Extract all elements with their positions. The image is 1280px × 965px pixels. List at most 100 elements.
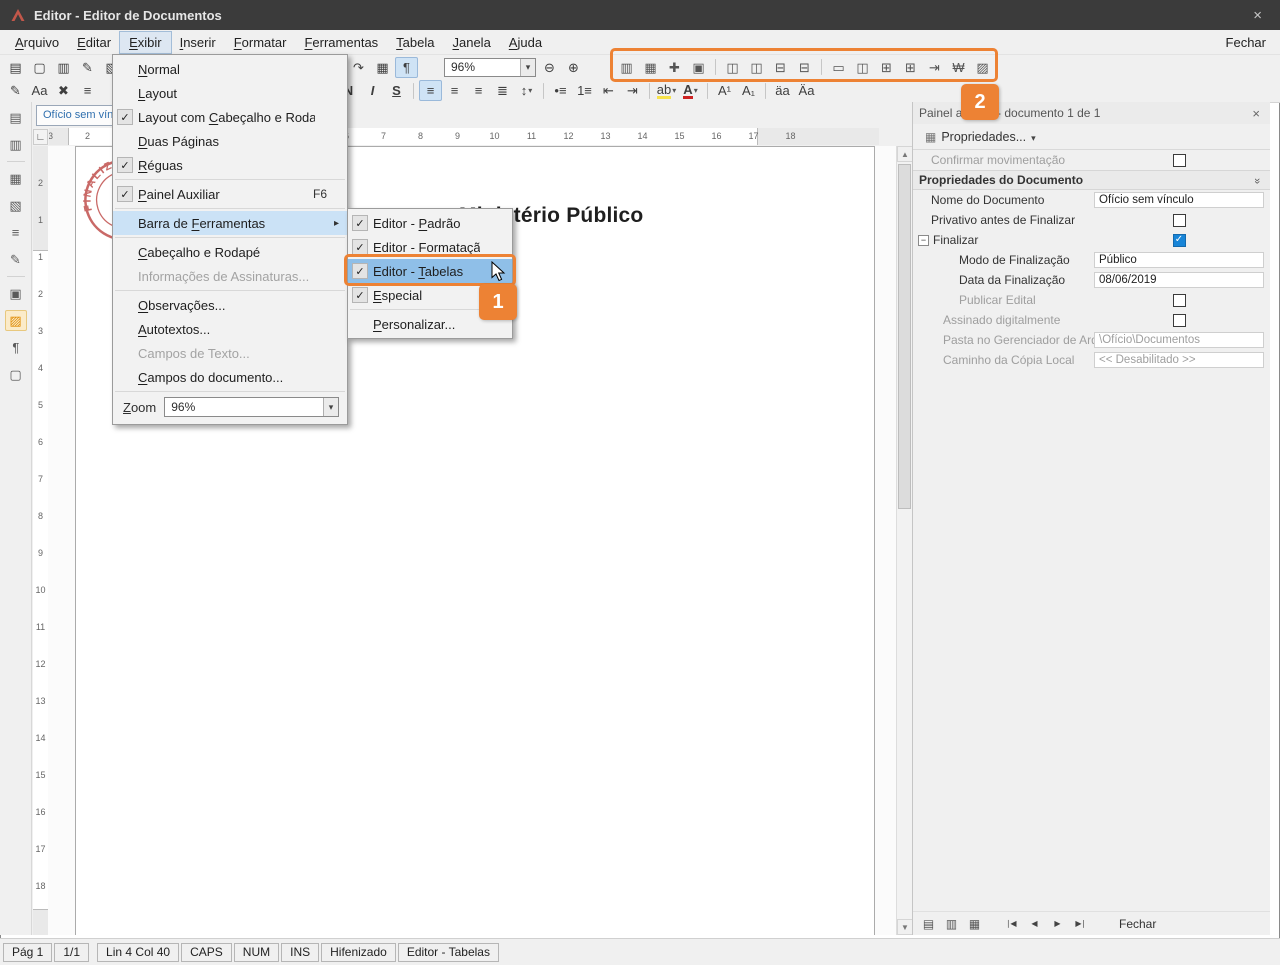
attachments-icon[interactable]: ▣ xyxy=(5,283,27,304)
copy-process-icon[interactable]: ▦ xyxy=(5,168,27,189)
table-grid-icon[interactable]: ▦ xyxy=(639,57,662,78)
tab-stop-selector[interactable]: ∟ xyxy=(33,129,48,145)
table-style-icon[interactable]: ▨ xyxy=(971,57,994,78)
menu-arquivo[interactable]: Arquivo xyxy=(6,32,68,53)
menu-janela[interactable]: Janela xyxy=(443,32,499,53)
italic-icon[interactable]: I xyxy=(361,80,384,101)
menu-tabela[interactable]: Tabela xyxy=(387,32,443,53)
font-color-icon[interactable]: A xyxy=(679,80,702,101)
row-assinado-digitalmente[interactable]: Assinado digitalmente xyxy=(913,310,1270,330)
collapse-minus-icon[interactable] xyxy=(918,235,929,246)
vertical-scrollbar[interactable]: ▲ ▼ xyxy=(896,146,912,935)
table-width-icon[interactable]: ₩ xyxy=(947,57,970,78)
menu-item-autotextos[interactable]: Autotextos... xyxy=(113,317,347,341)
row-nome-do-documento[interactable]: Nome do Documento Ofício sem vínculo xyxy=(913,190,1270,210)
paragraph-marks-icon[interactable]: ¶ xyxy=(395,57,418,78)
row-finalizar[interactable]: Finalizar xyxy=(913,230,1270,250)
row-modo-de-finalizacao[interactable]: Modo de Finalização Público xyxy=(913,250,1270,270)
insert-column-left-icon[interactable]: ◫ xyxy=(721,57,744,78)
row-data-da-finalizacao[interactable]: Data da Finalização 08/06/2019 xyxy=(913,270,1270,290)
property-checkbox[interactable] xyxy=(1173,294,1186,307)
menu-ferramentas[interactable]: Ferramentas xyxy=(295,32,387,53)
property-value[interactable]: Público xyxy=(1094,252,1264,268)
menu-ajuda[interactable]: Ajuda xyxy=(500,32,551,53)
highlight-color-icon[interactable]: ab xyxy=(655,80,678,101)
bullet-list-icon[interactable]: •≡ xyxy=(549,80,572,101)
property-checkbox[interactable] xyxy=(1173,234,1186,247)
next-document-button[interactable]: ▶ xyxy=(1047,914,1068,934)
lowercase-icon[interactable]: äa xyxy=(771,80,794,101)
text-to-table-icon[interactable]: ⇥ xyxy=(923,57,946,78)
bookmark-icon[interactable]: ▢ xyxy=(5,364,27,385)
menu-inserir[interactable]: Inserir xyxy=(171,32,225,53)
paste-icon[interactable]: ▤ xyxy=(4,57,27,78)
submenu-item-editor-padrao[interactable]: Editor - Padrão xyxy=(348,211,512,235)
insert-cell-icon[interactable]: ✚ xyxy=(663,57,686,78)
insert-column-right-icon[interactable]: ◫ xyxy=(745,57,768,78)
gallery-icon[interactable]: ▦ xyxy=(964,914,985,934)
menu-item-cabecalho-e-rodape[interactable]: Cabeçalho e Rodapé xyxy=(113,240,347,264)
section-collapse-icon[interactable] xyxy=(1251,178,1263,184)
panel-fechar-button[interactable]: Fechar xyxy=(1109,915,1166,933)
property-checkbox[interactable] xyxy=(1173,214,1186,227)
align-justify-icon[interactable]: ≣ xyxy=(491,80,514,101)
uppercase-icon[interactable]: Äa xyxy=(795,80,818,101)
copy-document-icon[interactable]: ▥ xyxy=(52,57,75,78)
split-cells-icon[interactable]: ◫ xyxy=(851,57,874,78)
delete-row-icon[interactable]: ⊞ xyxy=(875,57,898,78)
zoom-combobox[interactable]: 96% xyxy=(444,58,536,77)
panel-close-button[interactable]: × xyxy=(1248,106,1264,121)
highlighted-doc-icon[interactable]: ▨ xyxy=(5,310,27,331)
property-value[interactable]: \Ofício\Documentos xyxy=(1094,332,1264,348)
menu-zoom-combobox[interactable]: 96% xyxy=(164,397,339,417)
submenu-item-editor-formatacao[interactable]: Editor - Formatação xyxy=(348,235,512,259)
scrollbar-thumb[interactable] xyxy=(898,164,911,509)
window-close-button[interactable]: × xyxy=(1245,7,1270,24)
autotext-icon[interactable]: ▥ xyxy=(5,134,27,155)
property-value[interactable]: 08/06/2019 xyxy=(1094,272,1264,288)
align-right-icon[interactable]: ≡ xyxy=(467,80,490,101)
signatures-icon[interactable]: ✎ xyxy=(5,249,27,270)
styles-icon[interactable]: Aa xyxy=(28,80,51,101)
row-caminho-da-copia-local[interactable]: Caminho da Cópia Local << Desabilitado >… xyxy=(913,350,1270,370)
row-publicar-edital[interactable]: Publicar Edital xyxy=(913,290,1270,310)
menu-editar[interactable]: Editar xyxy=(68,32,120,53)
superscript-icon[interactable]: A¹ xyxy=(713,80,736,101)
cell-border-icon[interactable]: ▣ xyxy=(687,57,710,78)
property-value[interactable]: Ofício sem vínculo xyxy=(1094,192,1264,208)
menu-exibir[interactable]: Exibir xyxy=(120,32,171,53)
menu-item-campos-de-texto[interactable]: Campos de Texto... xyxy=(113,341,347,365)
scroll-down-arrow[interactable]: ▼ xyxy=(897,919,913,935)
observations-icon[interactable]: ≡ xyxy=(5,222,27,243)
numbered-list-icon[interactable]: 1≡ xyxy=(573,80,596,101)
row-confirmar-movimentacao[interactable]: Confirmar movimentação xyxy=(913,150,1270,170)
properties-dropdown-button[interactable]: Propriedades... xyxy=(919,128,1042,146)
insert-table-icon[interactable]: ▦ xyxy=(371,57,394,78)
subscript-icon[interactable]: A₁ xyxy=(737,80,760,101)
previous-document-button[interactable]: ◀ xyxy=(1024,914,1045,934)
fechar-menu-button[interactable]: Fechar xyxy=(1212,32,1280,53)
menu-item-observacoes[interactable]: Observações... xyxy=(113,293,347,317)
menu-item-duas-paginas[interactable]: Duas Páginas xyxy=(113,129,347,153)
redo-icon[interactable]: ↷ xyxy=(347,57,370,78)
zoom-in-icon[interactable]: ⊕ xyxy=(562,57,585,78)
copy-properties-icon[interactable]: ▤ xyxy=(918,914,939,934)
paste-properties-icon[interactable]: ▥ xyxy=(941,914,962,934)
increase-indent-icon[interactable]: ⇥ xyxy=(621,80,644,101)
menu-item-layout[interactable]: Layout xyxy=(113,81,347,105)
new-document-icon[interactable]: ▢ xyxy=(28,57,51,78)
fields-icon[interactable]: ¶ xyxy=(5,337,27,358)
decrease-indent-icon[interactable]: ⇤ xyxy=(597,80,620,101)
property-checkbox[interactable] xyxy=(1173,154,1186,167)
menu-formatar[interactable]: Formatar xyxy=(225,32,296,53)
row-pasta-no-gerenciador[interactable]: Pasta no Gerenciador de Arquiv... \Ofíci… xyxy=(913,330,1270,350)
zoom-dropdown-arrow[interactable] xyxy=(520,59,535,76)
menu-item-painel-auxiliar[interactable]: Painel Auxiliar F6 xyxy=(113,182,347,206)
insert-row-above-icon[interactable]: ⊟ xyxy=(769,57,792,78)
align-center-icon[interactable]: ≡ xyxy=(443,80,466,101)
menu-item-layout-cabecalho-rodape[interactable]: Layout com Cabeçalho e Rodapé xyxy=(113,105,347,129)
clear-format-icon[interactable]: ✖ xyxy=(52,80,75,101)
paste-process-icon[interactable]: ▧ xyxy=(5,195,27,216)
row-privativo-antes-de-finalizar[interactable]: Privativo antes de Finalizar xyxy=(913,210,1270,230)
align-left-icon[interactable]: ≡ xyxy=(419,80,442,101)
